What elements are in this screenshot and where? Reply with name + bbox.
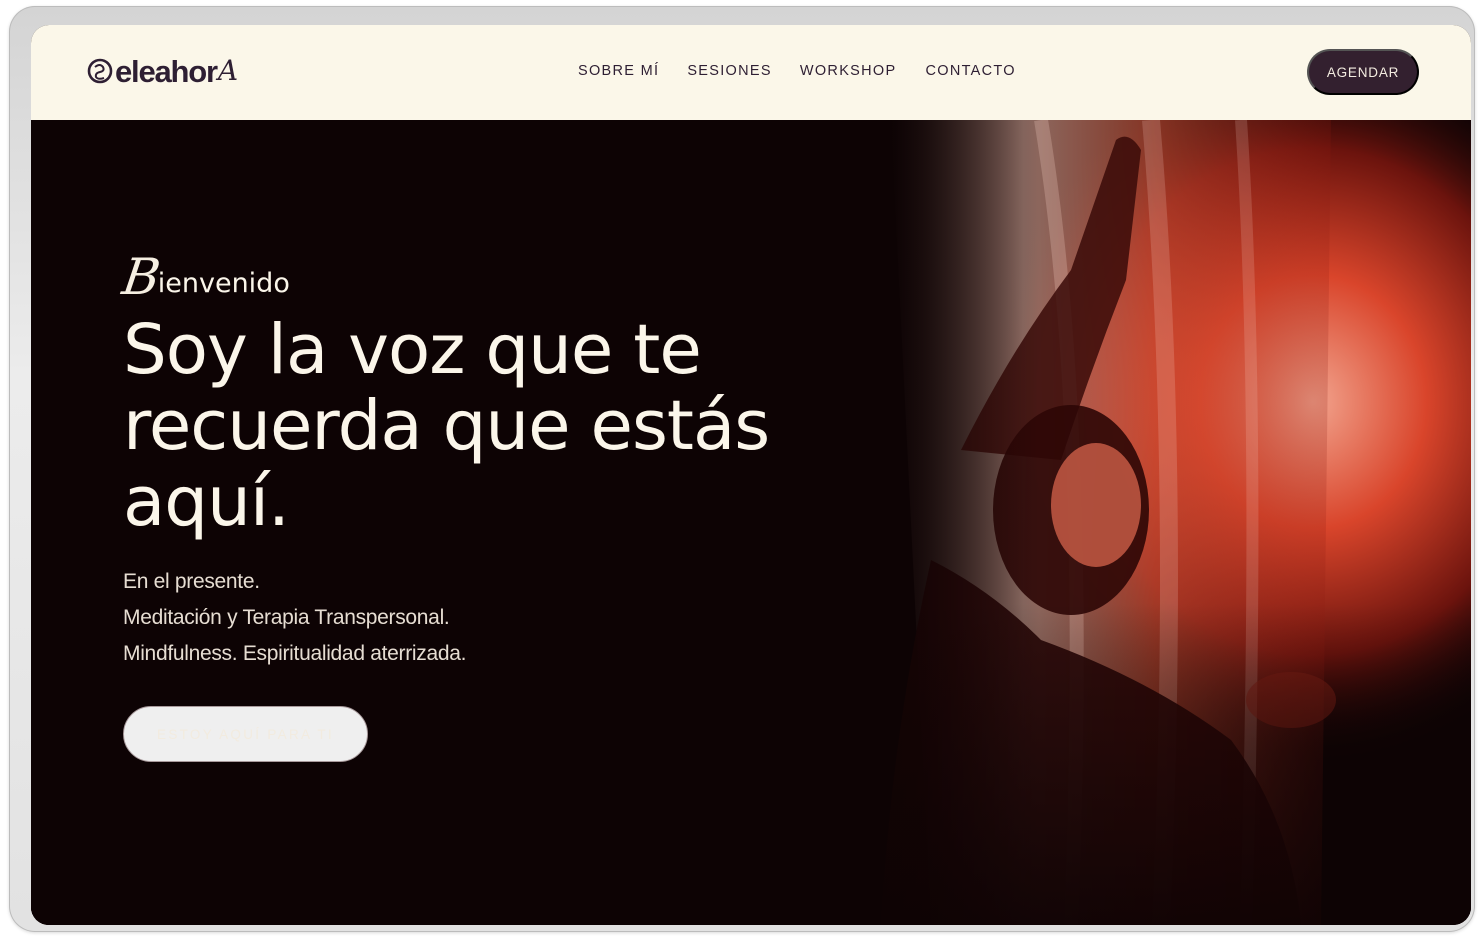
welcome-text: ienvenido bbox=[157, 268, 290, 299]
subtext-line-2: Meditación y Terapia Transpersonal. bbox=[123, 606, 450, 629]
agendar-button[interactable]: AGENDAR bbox=[1307, 49, 1419, 95]
site-logo[interactable]: eleahor A bbox=[86, 51, 238, 91]
welcome-heading: B ienvenido bbox=[119, 248, 863, 306]
headline-line-3: aquí. bbox=[123, 462, 290, 542]
hero-content: B ienvenido Soy la voz que te recuerda q… bbox=[119, 248, 863, 762]
hero-section: B ienvenido Soy la voz que te recuerda q… bbox=[31, 120, 1471, 925]
logo-monogram-icon bbox=[87, 58, 113, 84]
hero-subtext: En el presente. Meditación y Terapia Tra… bbox=[123, 564, 863, 672]
logo-wordmark: eleahor bbox=[115, 53, 218, 89]
estoy-aqui-button[interactable]: ESTOY AQUÍ PARA TI bbox=[123, 706, 368, 762]
main-nav: SOBRE MÍ SESIONES WORKSHOP CONTACTO bbox=[578, 63, 1016, 79]
nav-item-contacto[interactable]: CONTACTO bbox=[925, 63, 1015, 79]
site-header: eleahor A SOBRE MÍ SESIONES WORKSHOP CON… bbox=[31, 25, 1471, 120]
headline-line-2: recuerda que estás bbox=[123, 386, 770, 466]
welcome-script-initial: B bbox=[118, 248, 164, 306]
logo-script-flourish: A bbox=[217, 54, 239, 87]
nav-item-sobre-mi[interactable]: SOBRE MÍ bbox=[578, 63, 659, 79]
subtext-line-1: En el presente. bbox=[123, 570, 260, 593]
device-frame: eleahor A SOBRE MÍ SESIONES WORKSHOP CON… bbox=[9, 6, 1475, 932]
hero-headline: Soy la voz que te recuerda que estás aqu… bbox=[123, 312, 863, 540]
subtext-line-3: Mindfulness. Espiritualidad aterrizada. bbox=[123, 642, 467, 665]
nav-item-workshop[interactable]: WORKSHOP bbox=[800, 63, 897, 79]
headline-line-1: Soy la voz que te bbox=[123, 310, 702, 390]
nav-item-sesiones[interactable]: SESIONES bbox=[687, 63, 772, 79]
browser-viewport: eleahor A SOBRE MÍ SESIONES WORKSHOP CON… bbox=[31, 25, 1471, 925]
